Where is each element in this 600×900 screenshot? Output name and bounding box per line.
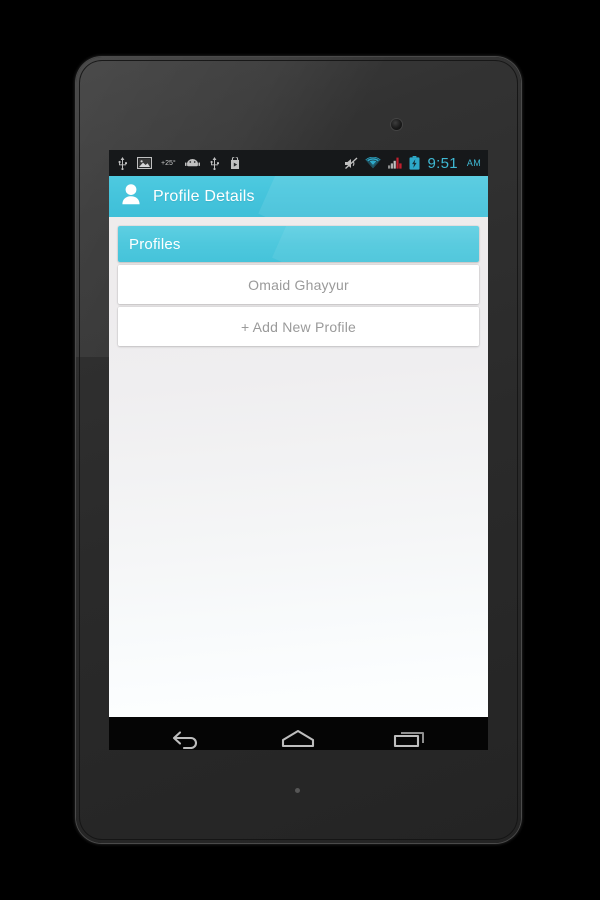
profiles-card: Profiles xyxy=(118,226,479,262)
android-head-icon xyxy=(184,158,200,168)
device-screen: +25° 9:51 AM Profile Details Profiles Om… xyxy=(109,150,488,750)
front-camera-icon xyxy=(391,119,402,130)
wifi-icon xyxy=(365,157,382,169)
nav-back-button[interactable] xyxy=(151,717,223,750)
nav-home-button[interactable] xyxy=(262,717,334,750)
status-bar-right-icons: 9:51 AM xyxy=(344,156,481,171)
back-arrow-icon xyxy=(170,727,204,750)
nav-recents-button[interactable] xyxy=(374,717,446,750)
android-navigation-bar xyxy=(109,717,488,750)
person-icon xyxy=(120,183,142,211)
add-profile-card: + Add New Profile xyxy=(118,307,479,346)
mute-icon xyxy=(344,157,358,170)
play-store-icon xyxy=(229,156,241,170)
page-title: Profile Details xyxy=(153,187,255,205)
status-bar-left-icons: +25° xyxy=(117,156,344,170)
add-new-profile-button[interactable]: + Add New Profile xyxy=(118,307,479,346)
recents-icon xyxy=(392,727,428,750)
cell-signal-icon xyxy=(388,157,403,169)
content-area: Profiles Omaid Ghayyur + Add New Profile xyxy=(109,217,488,717)
notification-led xyxy=(295,788,300,793)
status-bar-clock-period: AM xyxy=(466,158,481,168)
temperature-indicator: +25° xyxy=(161,159,176,167)
list-item-profile[interactable]: Omaid Ghayyur xyxy=(118,265,479,304)
add-new-profile-label: + Add New Profile xyxy=(240,318,357,335)
action-bar: Profile Details xyxy=(109,176,488,217)
status-bar: +25° 9:51 AM xyxy=(109,150,488,176)
battery-charging-icon xyxy=(409,156,420,170)
profiles-list: Omaid Ghayyur xyxy=(118,265,479,304)
home-icon xyxy=(279,727,317,750)
profile-name-label: Omaid Ghayyur xyxy=(248,276,349,293)
profiles-card-title: Profiles xyxy=(129,235,181,253)
profiles-card-header: Profiles xyxy=(118,226,479,262)
usb-icon xyxy=(117,156,128,170)
usb-icon-2 xyxy=(209,156,220,170)
screenshot-image-icon xyxy=(137,157,152,169)
screenshot-stage: +25° 9:51 AM Profile Details Profiles Om… xyxy=(0,0,600,900)
status-bar-clock: 9:51 xyxy=(427,154,458,172)
